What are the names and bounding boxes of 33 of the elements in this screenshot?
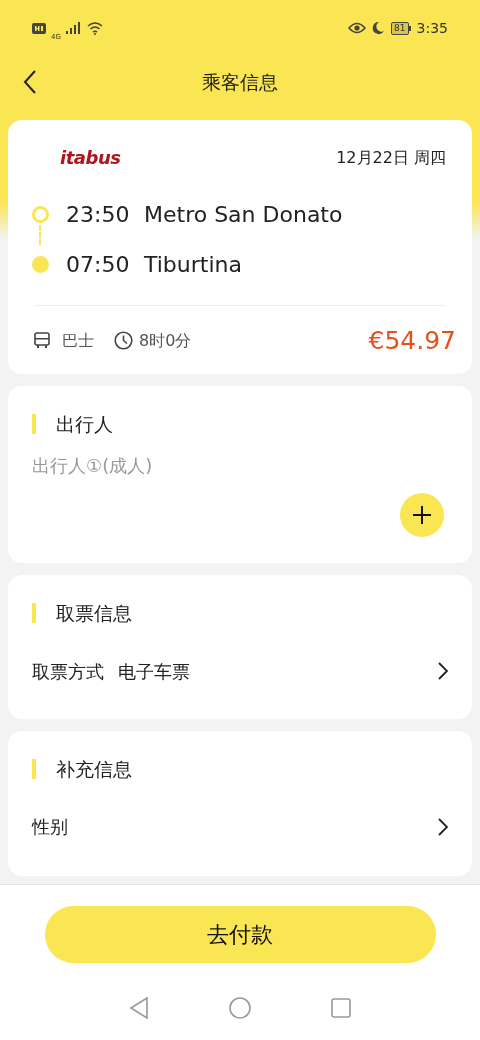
- eye-icon: [348, 22, 367, 34]
- stop-time: 23:50: [66, 200, 131, 229]
- bus-icon: [34, 332, 50, 350]
- stop-time: 07:50: [66, 250, 131, 279]
- vehicle-type: 巴士: [62, 329, 94, 352]
- clock-icon: [114, 331, 133, 351]
- chevron-right-icon: [438, 662, 448, 680]
- trip-date: 12月22日 周四: [336, 146, 446, 169]
- battery-icon: 81: [391, 21, 411, 35]
- hd-icon: [32, 22, 46, 34]
- chevron-right-icon: [438, 817, 448, 836]
- recents-nav-icon[interactable]: [331, 998, 351, 1018]
- stop-name: Metro San Donato: [144, 200, 343, 229]
- add-traveler-button[interactable]: [400, 493, 444, 537]
- stop-name: Tiburtina: [144, 250, 242, 279]
- trip-duration: 8时0分: [139, 329, 192, 352]
- info-row[interactable]: 取票方式 电子车票: [32, 657, 448, 685]
- pay-button[interactable]: 去付款: [44, 906, 436, 963]
- info-row[interactable]: 性别: [32, 813, 448, 840]
- trip-price: €54.97: [368, 325, 456, 357]
- section-title: 取票信息: [56, 601, 132, 626]
- traveler-field[interactable]: 出行人①(成人): [32, 452, 332, 479]
- signal-icon: [65, 22, 82, 34]
- section-title: 补充信息: [56, 756, 132, 782]
- page-title: 乘客信息: [202, 69, 278, 95]
- moon-icon: [372, 21, 386, 35]
- back-nav-icon[interactable]: [129, 997, 149, 1019]
- plus-icon: [413, 506, 431, 524]
- section-title: 出行人: [56, 411, 113, 437]
- wifi-icon: [86, 21, 103, 35]
- clock-time: 3:35: [416, 18, 448, 38]
- operator-logo: itabus: [60, 146, 121, 170]
- home-nav-icon[interactable]: [229, 997, 251, 1019]
